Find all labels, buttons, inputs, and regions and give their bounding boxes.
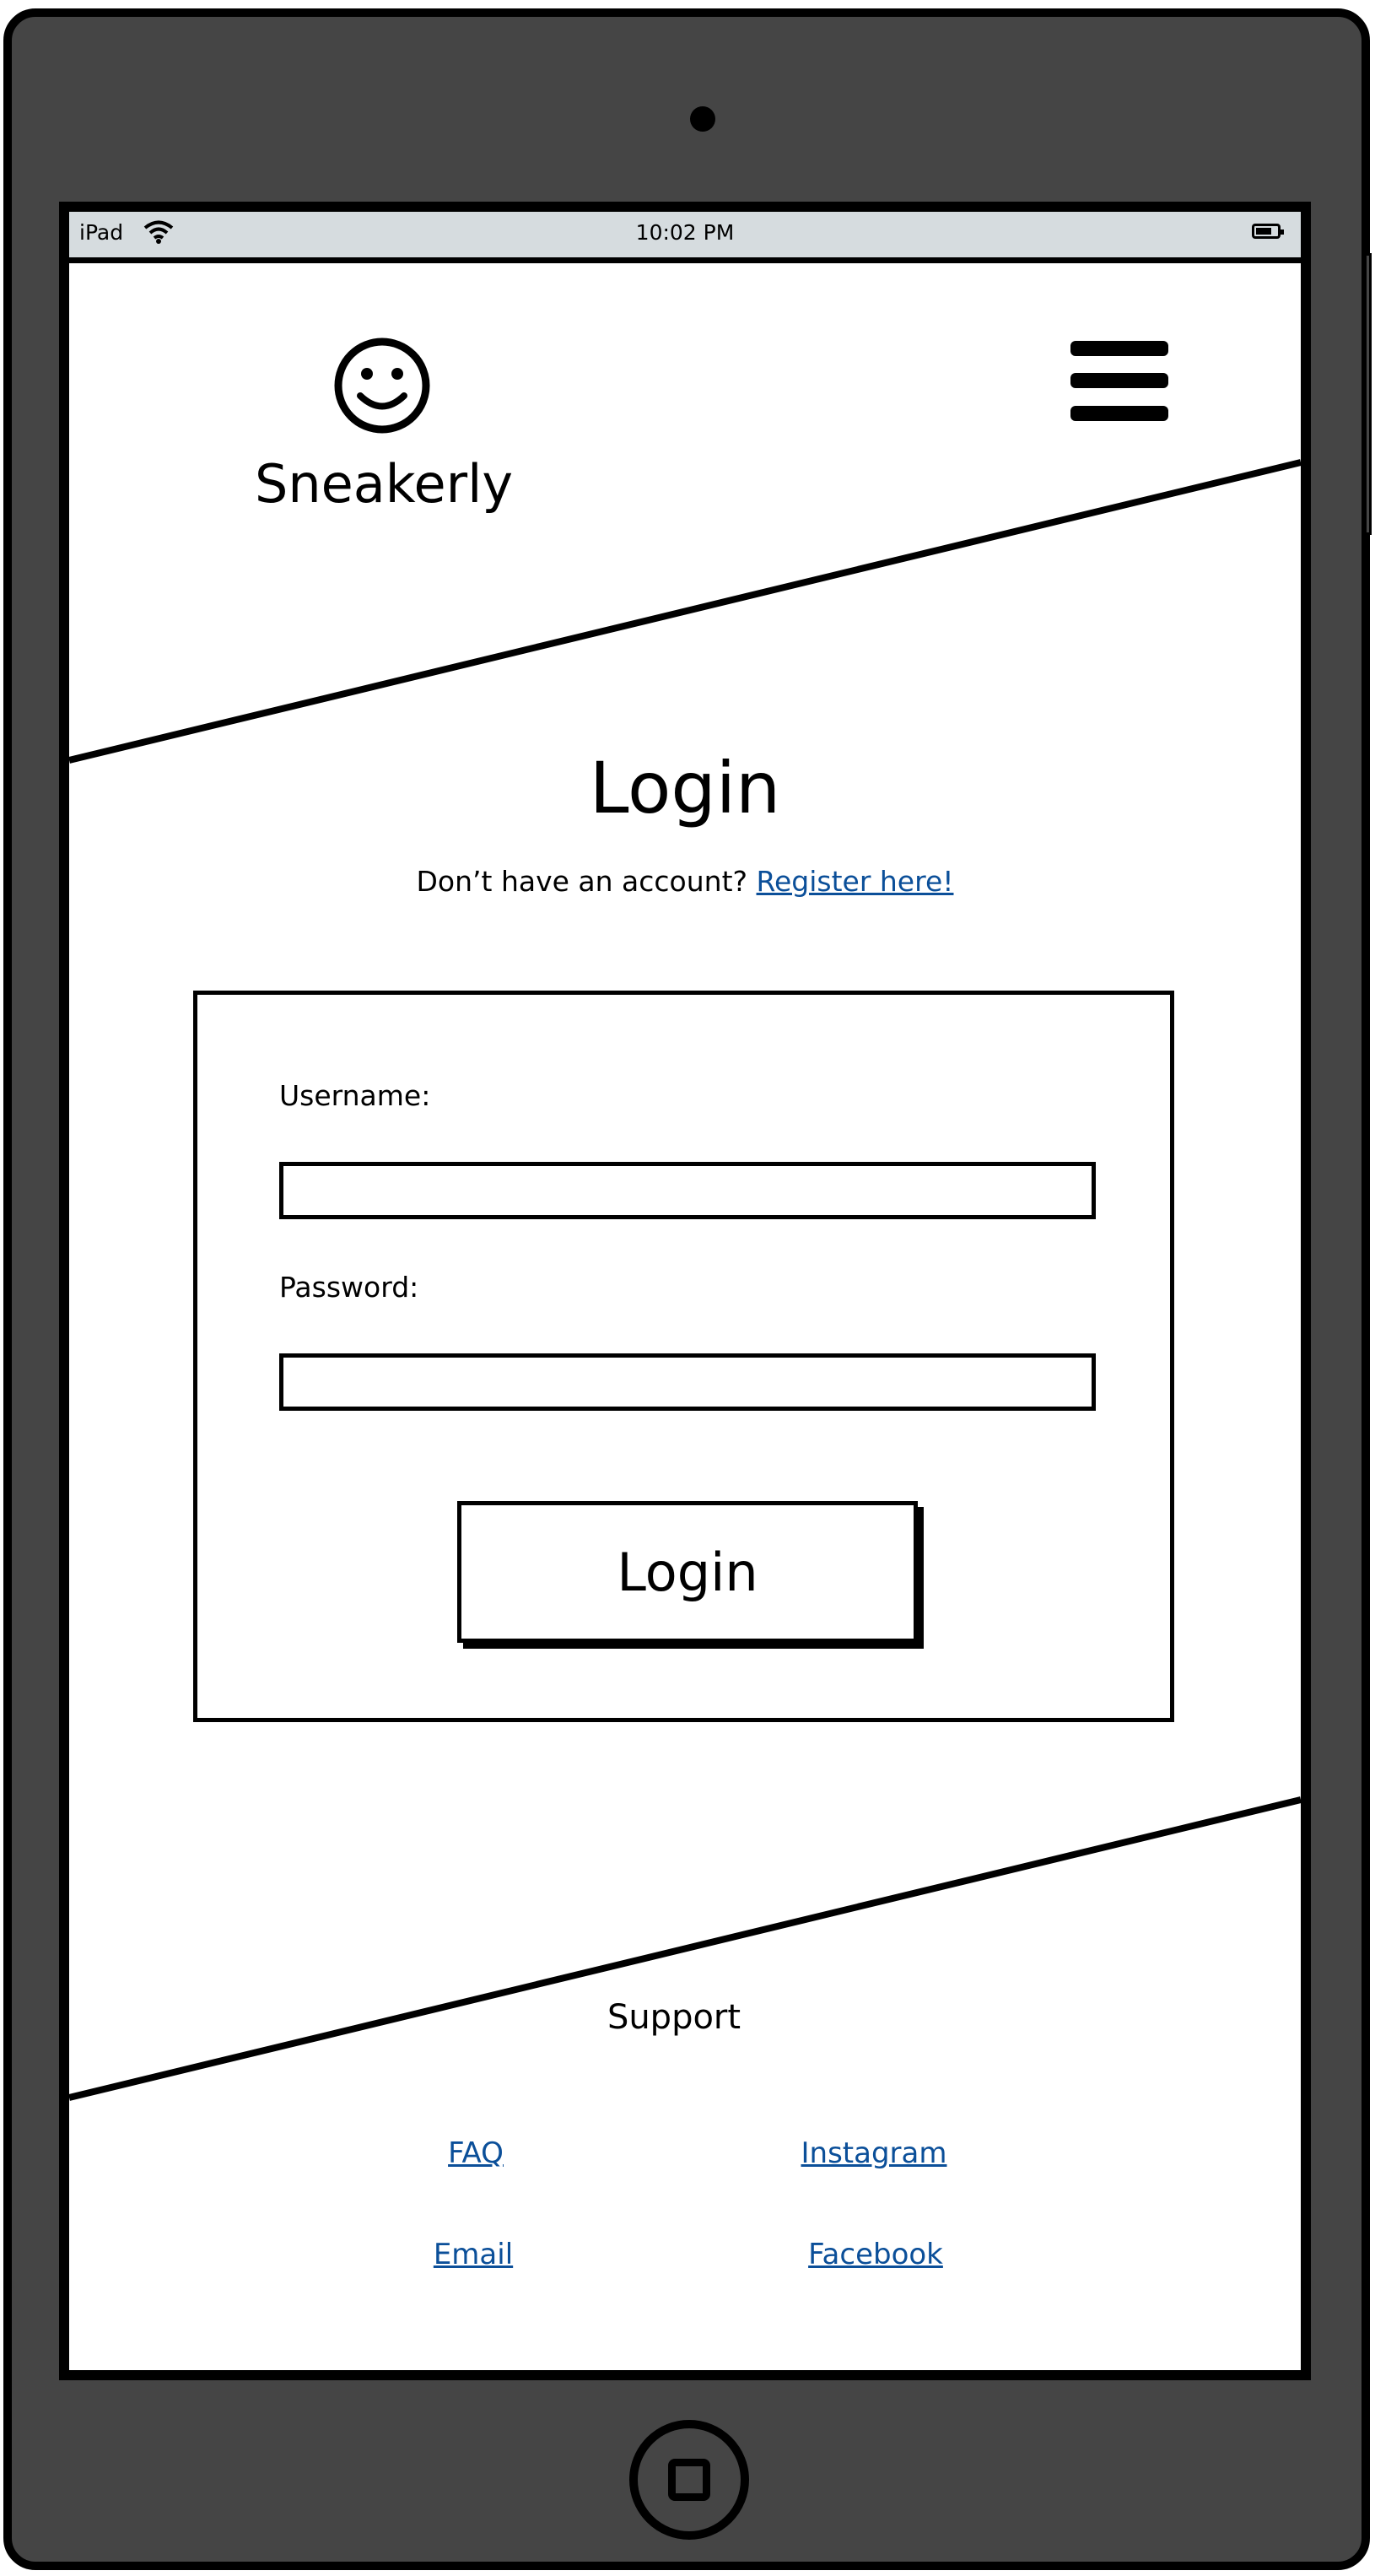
- side-button: [1367, 253, 1372, 535]
- password-label: Password:: [279, 1271, 419, 1304]
- password-input[interactable]: [279, 1353, 1096, 1411]
- hamburger-menu-icon[interactable]: [1070, 341, 1168, 421]
- register-prompt: Don’t have an account? Register here!: [69, 865, 1301, 898]
- camera-icon: [690, 106, 715, 132]
- support-heading: Support: [607, 1998, 741, 2037]
- email-link[interactable]: Email: [347, 2238, 600, 2271]
- facebook-link[interactable]: Facebook: [749, 2238, 1002, 2271]
- username-label: Username:: [279, 1079, 431, 1112]
- smiley-face-icon: [334, 338, 430, 434]
- register-link[interactable]: Register here!: [757, 865, 954, 898]
- faq-link[interactable]: FAQ: [349, 2136, 602, 2170]
- brand-name: Sneakerly: [255, 453, 514, 515]
- username-input[interactable]: [279, 1162, 1096, 1219]
- register-prompt-text: Don’t have an account?: [416, 865, 748, 898]
- login-form: Username: Password: Login: [193, 991, 1174, 1722]
- page-title: Login: [589, 747, 781, 829]
- screen: iPad 10:02 PM Sneakerly Login Don’t have…: [59, 202, 1311, 2380]
- login-button[interactable]: Login: [457, 1501, 918, 1643]
- instagram-link[interactable]: Instagram: [747, 2136, 1000, 2170]
- home-button[interactable]: [629, 2420, 749, 2540]
